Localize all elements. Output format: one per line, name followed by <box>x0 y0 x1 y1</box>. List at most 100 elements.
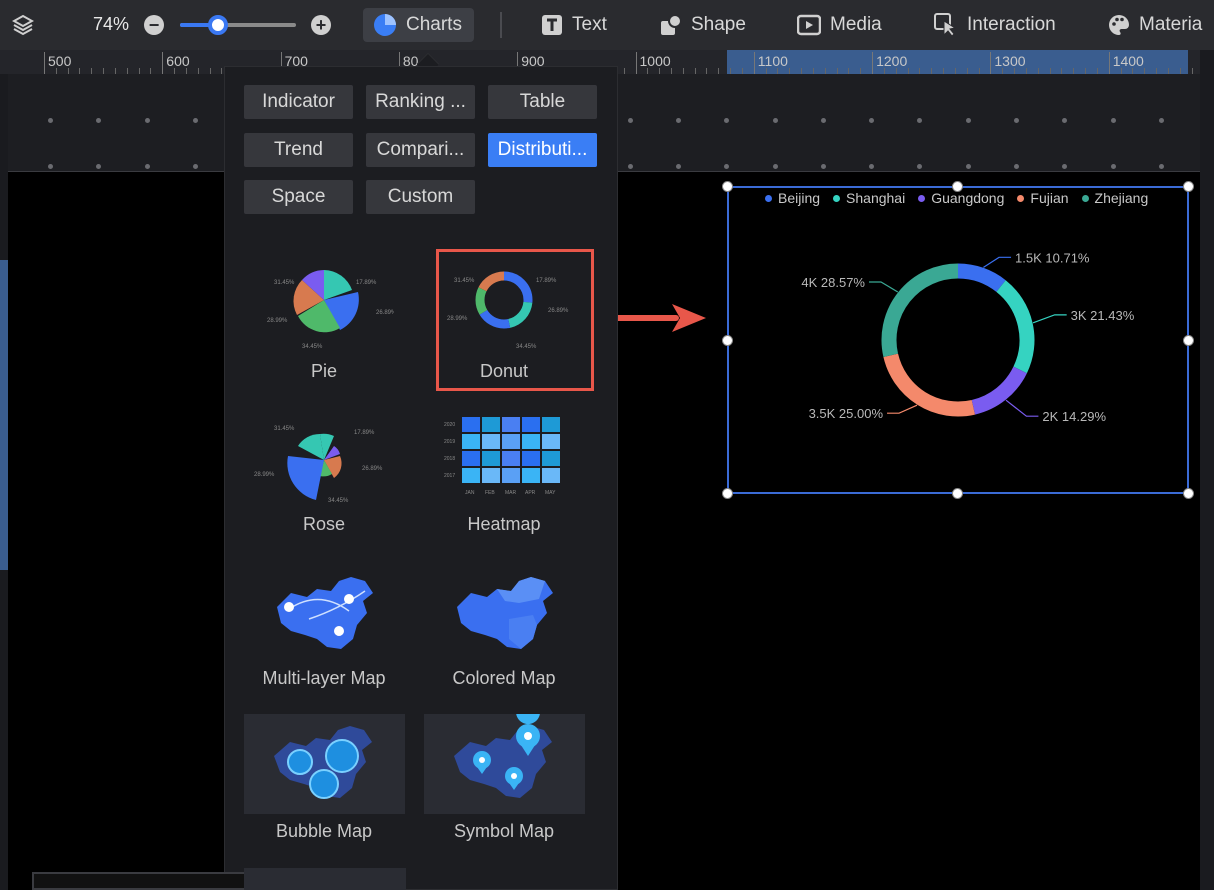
next-chart-thumbnail[interactable] <box>244 868 406 890</box>
zoom-slider-handle[interactable] <box>208 15 229 35</box>
legend-label: Shanghai <box>846 190 906 206</box>
grid-dot <box>917 118 923 123</box>
heatmap-cell <box>502 468 520 483</box>
legend-item[interactable]: Beijing <box>765 190 820 206</box>
heatmap-cell <box>482 434 500 449</box>
ruler-tick-label: 1000 <box>639 53 671 69</box>
grid-dot <box>820 118 826 123</box>
rose-thumbnail: 31.45% 17.89% 26.89% 28.99% 34.45% <box>254 426 383 504</box>
chart-option-heatmap[interactable]: 2020 2019 2018 2017 JAN FEB MAR APR MAY Heatmap <box>424 410 584 540</box>
chart-option-bubble-map[interactable]: Bubble Map <box>244 714 405 844</box>
ruler-major-tick <box>162 52 164 74</box>
category-ranking[interactable]: Ranking ... <box>366 85 475 119</box>
ruler-tick-label: 1100 <box>757 53 788 69</box>
slice-data-label: 3.5K 25.00% <box>809 406 884 421</box>
category-custom[interactable]: Custom <box>366 180 475 214</box>
pie-thumbnail: 31.45% 17.89% 26.89% 28.99% 34.45% <box>267 270 394 350</box>
grid-dot <box>917 164 923 169</box>
grid-dot <box>192 164 198 169</box>
chart-option-label: Pie <box>310 361 337 381</box>
heatmap-row-label: 2018 <box>444 456 455 462</box>
chart-option-rose[interactable]: 31.45% 17.89% 26.89% 28.99% 34.45% Rose <box>244 410 404 540</box>
resize-handle-bottom-left[interactable] <box>722 488 733 499</box>
grid-dot <box>675 164 681 169</box>
chart-option-label: Rose <box>302 514 346 534</box>
grid-dot <box>724 164 730 169</box>
charts-tool-button[interactable]: Charts <box>363 8 474 42</box>
chart-option-label: Heatmap <box>467 514 541 534</box>
slice-leader-line <box>1005 399 1039 417</box>
ruler-major-tick <box>1108 52 1110 74</box>
text-tool-button[interactable]: Text <box>541 8 607 42</box>
interaction-tool-button[interactable]: Interaction <box>934 8 1056 42</box>
donut-slice <box>957 263 1006 293</box>
ruler-tick-label: 1300 <box>994 53 1026 69</box>
palette-icon <box>1109 15 1129 35</box>
grid-dot <box>1110 164 1116 169</box>
zoom-out-button[interactable]: − <box>144 15 164 35</box>
category-space[interactable]: Space <box>244 180 353 214</box>
category-distribution[interactable]: Distributi... <box>488 133 597 167</box>
heatmap-cell <box>522 468 540 483</box>
legend-swatch <box>765 194 772 202</box>
heatmap-cell <box>482 468 500 483</box>
category-comparison[interactable]: Compari... <box>366 133 475 167</box>
resize-handle-bottom-right[interactable] <box>1183 488 1194 499</box>
vertical-ruler <box>0 74 8 890</box>
heatmap-cell <box>522 451 540 466</box>
layers-icon[interactable] <box>12 14 34 36</box>
grid-dot <box>1062 118 1068 123</box>
heatmap-row-label: 2019 <box>444 439 455 445</box>
ruler-tick-label: 1200 <box>876 53 908 69</box>
rose-thumb-label: 26.89% <box>362 466 383 472</box>
grid-dot <box>144 118 150 123</box>
heatmap-cell <box>462 468 480 483</box>
media-icon <box>797 14 821 36</box>
slice-data-label: 2K 14.29% <box>1042 409 1106 424</box>
china-map-thumbnail <box>277 577 373 649</box>
category-table[interactable]: Table <box>488 85 597 119</box>
legend-item[interactable]: Fujian <box>1017 190 1069 206</box>
legend-item[interactable]: Zhejiang <box>1081 190 1148 206</box>
legend-swatch <box>833 194 841 202</box>
ruler-tick-label: 1400 <box>1112 53 1144 69</box>
category-indicator[interactable]: Indicator <box>244 85 353 119</box>
resize-handle-top-left[interactable] <box>722 181 733 192</box>
vertical-scrollbar[interactable] <box>1200 50 1214 890</box>
zoom-in-button[interactable]: + <box>311 15 331 35</box>
material-tool-button[interactable]: Materia <box>1108 8 1202 42</box>
donut-slice <box>881 263 959 358</box>
grid-dot <box>192 118 198 123</box>
grid-dot <box>144 164 150 169</box>
shape-tool-button[interactable]: Shape <box>660 8 746 42</box>
media-tool-button[interactable]: Media <box>797 8 882 42</box>
grid-dot <box>675 118 681 123</box>
pointer-arrow <box>610 304 706 332</box>
grid-dot <box>96 164 102 169</box>
heatmap-cell <box>462 417 480 432</box>
donut-chart[interactable]: 1.5K 10.71% 3K 21.43% 2K 14.29% 3.5K 25.00%… <box>729 210 1187 480</box>
category-trend[interactable]: Trend <box>244 133 353 167</box>
grid-dot <box>772 164 778 169</box>
legend-swatch <box>1017 194 1025 202</box>
grid-dot <box>820 164 826 169</box>
grid-dot <box>1110 118 1116 123</box>
heatmap-cell <box>502 451 520 466</box>
chart-option-colored-map[interactable]: Colored Map <box>424 565 584 695</box>
pie-thumb-label: 26.89% <box>376 310 394 316</box>
grid-dot <box>869 118 875 123</box>
slice-leader-line <box>983 256 1012 268</box>
slice-leader-line <box>887 404 918 414</box>
legend-item[interactable]: Shanghai <box>833 190 905 206</box>
chart-option-symbol-map[interactable]: Symbol Map <box>424 700 585 844</box>
ruler-tick-label: 600 <box>166 53 190 69</box>
heatmap-cell <box>522 434 540 449</box>
resize-handle-bottom[interactable] <box>952 488 963 499</box>
legend-item[interactable]: Guangdong <box>918 190 1004 206</box>
grid-dot <box>724 118 730 123</box>
resize-handle-top-right[interactable] <box>1183 181 1194 192</box>
chart-option-pie[interactable]: 31.45% 17.89% 26.89% 28.99% 34.45% Pie <box>244 252 404 387</box>
chart-option-multilayer-map[interactable]: Multi-layer Map <box>244 565 404 695</box>
donut-highlight-box <box>436 249 594 391</box>
heatmap-cell <box>502 434 520 449</box>
